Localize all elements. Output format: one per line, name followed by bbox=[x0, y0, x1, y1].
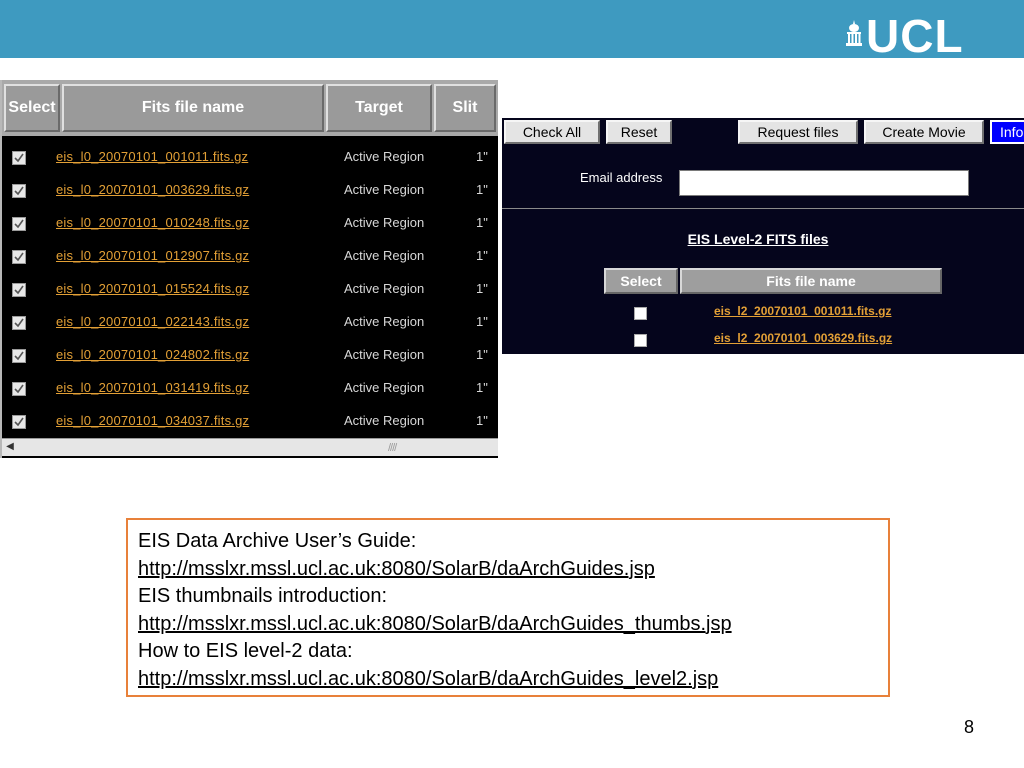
create-movie-button[interactable]: Create Movie bbox=[864, 120, 984, 144]
check-all-button[interactable]: Check All bbox=[504, 120, 600, 144]
guides-box: EIS Data Archive User’s Guide: http://ms… bbox=[126, 518, 890, 697]
column-header-file-name[interactable]: Fits file name bbox=[62, 84, 324, 132]
checkmark-icon bbox=[14, 285, 24, 295]
checkmark-icon bbox=[14, 153, 24, 163]
target-cell: Active Region bbox=[344, 413, 425, 428]
column-header-select[interactable]: Select bbox=[4, 84, 60, 132]
file-link[interactable]: eis_l0_20070101_024802.fits.gz bbox=[56, 347, 249, 362]
column-header-select[interactable]: Select bbox=[604, 268, 678, 294]
slit-cell: 1" bbox=[476, 182, 488, 197]
checkmark-icon bbox=[14, 351, 24, 361]
file-link[interactable]: eis_l0_20070101_010248.fits.gz bbox=[56, 215, 249, 230]
slit-cell: 1" bbox=[476, 314, 488, 329]
guide-link[interactable]: http://msslxr.mssl.ucl.ac.uk:8080/SolarB… bbox=[138, 666, 878, 694]
row-checkbox[interactable] bbox=[12, 250, 26, 264]
table-row: eis_l0_20070101_010248.fits.gz Active Re… bbox=[2, 206, 498, 239]
target-cell: Active Region bbox=[344, 248, 425, 263]
request-panel: Check All Reset Request files Create Mov… bbox=[502, 118, 1024, 354]
file-link[interactable]: eis_l0_20070101_012907.fits.gz bbox=[56, 248, 249, 263]
level0-file-table: Select Fits file name Target Slit eis_l0… bbox=[0, 80, 498, 458]
checkmark-icon bbox=[14, 384, 24, 394]
slit-cell: 1" bbox=[476, 248, 488, 263]
reset-button[interactable]: Reset bbox=[606, 120, 672, 144]
table-row: eis_l0_20070101_001011.fits.gz Active Re… bbox=[2, 140, 498, 173]
row-checkbox[interactable] bbox=[12, 415, 26, 429]
slit-cell: 1" bbox=[476, 413, 488, 428]
column-header-slit[interactable]: Slit bbox=[434, 84, 496, 132]
checkmark-icon bbox=[14, 417, 24, 427]
row-checkbox[interactable] bbox=[12, 349, 26, 363]
scroll-left-arrow-icon[interactable]: ◀ bbox=[4, 441, 16, 453]
email-label: Email address bbox=[580, 170, 663, 185]
level2-row-checkbox[interactable] bbox=[634, 307, 647, 320]
table-row: eis_l0_20070101_031419.fits.gz Active Re… bbox=[2, 371, 498, 404]
slit-cell: 1" bbox=[476, 281, 488, 296]
checkmark-icon bbox=[14, 318, 24, 328]
file-link[interactable]: eis_l0_20070101_031419.fits.gz bbox=[56, 380, 249, 395]
info-button[interactable]: Info bbox=[990, 120, 1024, 144]
resize-grip-icon[interactable]: //// bbox=[388, 442, 397, 454]
target-cell: Active Region bbox=[344, 281, 425, 296]
email-input[interactable] bbox=[679, 170, 969, 196]
file-link[interactable]: eis_l0_20070101_001011.fits.gz bbox=[56, 149, 248, 164]
table-header: Select Fits file name Target Slit bbox=[2, 80, 498, 136]
table-row: eis_l0_20070101_015524.fits.gz Active Re… bbox=[2, 272, 498, 305]
column-header-target[interactable]: Target bbox=[326, 84, 432, 132]
request-files-button[interactable]: Request files bbox=[738, 120, 858, 144]
row-checkbox[interactable] bbox=[12, 151, 26, 165]
row-checkbox[interactable] bbox=[12, 382, 26, 396]
header-bar: UCL bbox=[0, 0, 1024, 62]
level2-file-link[interactable]: eis_l2_20070101_003629.fits.gz bbox=[714, 331, 892, 345]
slit-cell: 1" bbox=[476, 215, 488, 230]
file-link[interactable]: eis_l0_20070101_034037.fits.gz bbox=[56, 413, 249, 428]
guide-label: How to EIS level-2 data: bbox=[138, 640, 353, 662]
guide-link[interactable]: http://msslxr.mssl.ucl.ac.uk:8080/SolarB… bbox=[138, 556, 878, 584]
row-checkbox[interactable] bbox=[12, 184, 26, 198]
level2-file-link[interactable]: eis_l2_20070101_001011.fits.gz bbox=[714, 304, 891, 318]
file-link[interactable]: eis_l0_20070101_003629.fits.gz bbox=[56, 182, 249, 197]
target-cell: Active Region bbox=[344, 182, 425, 197]
ucl-logo: UCL bbox=[846, 10, 964, 62]
row-checkbox[interactable] bbox=[12, 217, 26, 231]
row-checkbox[interactable] bbox=[12, 283, 26, 297]
table-row: eis_l0_20070101_034037.fits.gz Active Re… bbox=[2, 404, 498, 437]
table-row: eis_l0_20070101_024802.fits.gz Active Re… bbox=[2, 338, 498, 371]
column-header-file-name[interactable]: Fits file name bbox=[680, 268, 942, 294]
table-row: eis_l0_20070101_012907.fits.gz Active Re… bbox=[2, 239, 498, 272]
divider bbox=[502, 208, 1024, 209]
table-row: eis_l0_20070101_003629.fits.gz Active Re… bbox=[2, 173, 498, 206]
checkmark-icon bbox=[14, 219, 24, 229]
file-link[interactable]: eis_l0_20070101_022143.fits.gz bbox=[56, 314, 249, 329]
target-cell: Active Region bbox=[344, 149, 425, 164]
slit-cell: 1" bbox=[476, 380, 488, 395]
checkmark-icon bbox=[14, 186, 24, 196]
guide-link[interactable]: http://msslxr.mssl.ucl.ac.uk:8080/SolarB… bbox=[138, 611, 878, 639]
level2-heading[interactable]: EIS Level-2 FITS files bbox=[502, 231, 1014, 247]
horizontal-scrollbar[interactable]: ◀ //// bbox=[2, 438, 498, 456]
portico-icon bbox=[846, 20, 862, 46]
logo-text: UCL bbox=[866, 10, 964, 62]
row-checkbox[interactable] bbox=[12, 316, 26, 330]
file-link[interactable]: eis_l0_20070101_015524.fits.gz bbox=[56, 281, 249, 296]
table-row: eis_l0_20070101_022143.fits.gz Active Re… bbox=[2, 305, 498, 338]
guide-label: EIS Data Archive User’s Guide: bbox=[138, 530, 417, 552]
page-number: 8 bbox=[964, 717, 975, 737]
level2-row-checkbox[interactable] bbox=[634, 334, 647, 347]
slit-cell: 1" bbox=[476, 149, 488, 164]
guide-label: EIS thumbnails introduction: bbox=[138, 585, 388, 607]
slit-cell: 1" bbox=[476, 347, 488, 362]
target-cell: Active Region bbox=[344, 380, 425, 395]
target-cell: Active Region bbox=[344, 215, 425, 230]
target-cell: Active Region bbox=[344, 347, 425, 362]
checkmark-icon bbox=[14, 252, 24, 262]
target-cell: Active Region bbox=[344, 314, 425, 329]
